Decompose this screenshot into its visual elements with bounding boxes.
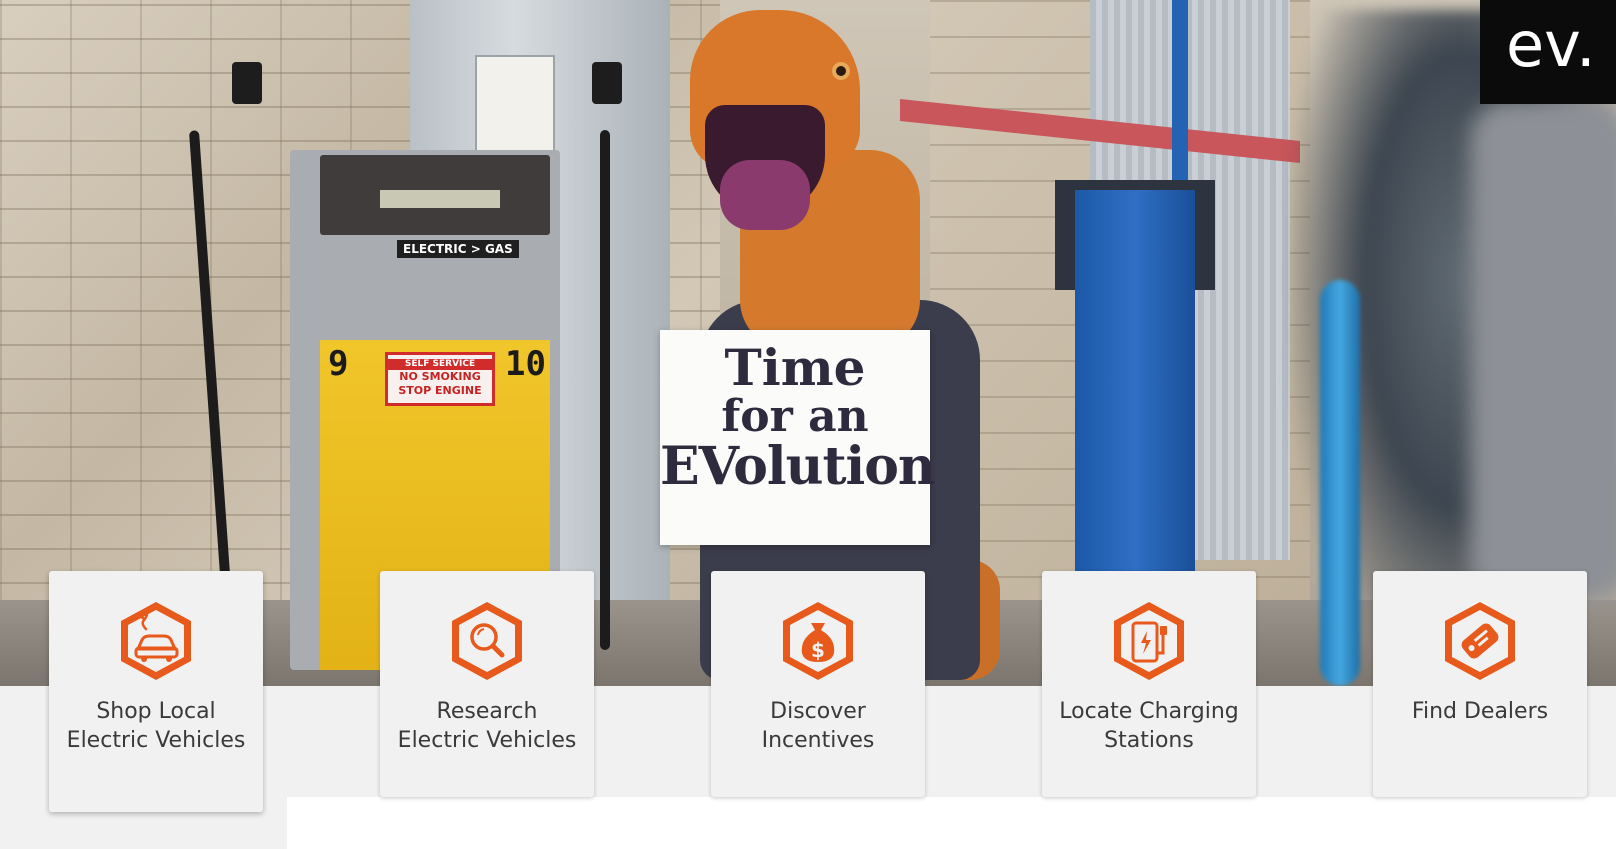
logo-text: ev. <box>1506 8 1596 81</box>
card-find-dealers[interactable]: Find Dealers <box>1373 571 1587 797</box>
card-label: Research Electric Vehicles <box>397 699 577 753</box>
pump-nozzle-left <box>232 62 262 104</box>
dino-tongue <box>720 160 810 230</box>
sign-line-2: for an <box>721 391 869 442</box>
charging-station-icon <box>1114 602 1184 680</box>
electric-car-icon <box>121 602 191 680</box>
card-label: Locate Charging Stations <box>1059 699 1239 753</box>
card-label: Discover Incentives <box>761 699 875 753</box>
card-label: Find Dealers <box>1411 699 1549 724</box>
card-label: Shop Local Electric Vehicles <box>66 699 246 753</box>
card-research-evs[interactable]: Research Electric Vehicles <box>380 571 594 797</box>
door-notice <box>475 55 555 155</box>
card-discover-incentives[interactable]: $ Discover Incentives <box>711 571 925 797</box>
pump-label: ELECTRIC > GAS <box>397 240 519 258</box>
pump-number-left: 9 <box>328 344 349 384</box>
site-logo[interactable]: ev. <box>1480 0 1616 104</box>
card-shop-local-evs[interactable]: Shop Local Electric Vehicles <box>49 571 263 812</box>
dealer-tag-icon <box>1445 602 1515 680</box>
pump-display <box>380 190 500 208</box>
card-locate-charging[interactable]: Locate Charging Stations <box>1042 571 1256 797</box>
svg-text:$: $ <box>811 638 825 662</box>
content-area <box>287 797 1616 849</box>
no-smoking-sticker: SELF SERVICE NO SMOKING STOP ENGINE <box>385 352 495 406</box>
plug-blur <box>1470 100 1616 600</box>
sticker-line-1: SELF SERVICE <box>388 359 492 370</box>
evolution-sign: Time for an EVolution <box>660 330 936 545</box>
blue-post <box>1075 190 1195 630</box>
dino-eye <box>832 62 850 80</box>
sign-line-3: EVolution <box>660 436 936 497</box>
magnifier-icon <box>452 602 522 680</box>
charger-cable <box>1320 280 1360 686</box>
money-bag-icon: $ <box>783 602 853 680</box>
pump-hose-right <box>600 130 610 650</box>
pump-nozzle-right <box>592 62 622 104</box>
pump-number-right: 10 <box>505 344 546 384</box>
sign-line-1: Time <box>724 338 866 397</box>
sticker-line-3: STOP ENGINE <box>398 384 482 397</box>
sticker-line-2: NO SMOKING <box>399 370 481 383</box>
